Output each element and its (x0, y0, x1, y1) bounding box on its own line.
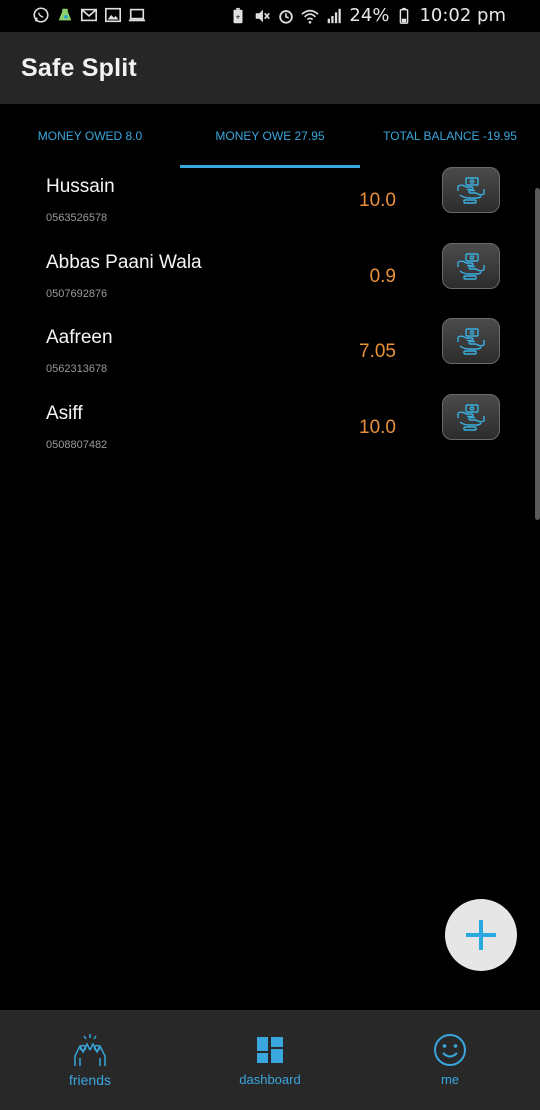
friend-list: Hussain 0563526578 10.0 Abbas Paani Wala… (0, 164, 540, 466)
screen-cast-icon (128, 8, 146, 22)
list-item[interactable]: Abbas Paani Wala 0507692876 0.9 (0, 240, 540, 316)
gmail-icon (80, 8, 98, 22)
nav-dashboard-label: dashboard (239, 1072, 301, 1087)
owed-amount: 10.0 (359, 190, 396, 211)
friend-phone: 0563526578 (46, 212, 108, 224)
tab-money-owed[interactable]: MONEY OWED 8.0 (0, 104, 180, 168)
battery-saver-icon: + (233, 7, 243, 23)
handshake-money-icon (457, 328, 485, 355)
alarm-icon (279, 9, 294, 24)
handshake-money-icon (457, 177, 485, 204)
mute-icon (256, 9, 271, 22)
friend-phone: 0507692876 (46, 287, 108, 300)
dashboard-icon (257, 1037, 283, 1063)
settle-button[interactable] (442, 167, 500, 213)
app-notification-icon (58, 8, 72, 21)
friend-name: Aafreen (46, 327, 113, 348)
tab-money-owe[interactable]: MONEY OWE 27.95 (180, 104, 360, 168)
battery-icon (400, 7, 409, 24)
clock: 10:02 pm (419, 5, 506, 26)
friend-name: Hussain (46, 176, 115, 197)
friend-phone: 0562313678 (46, 363, 108, 375)
tab-bar: MONEY OWED 8.0 MONEY OWE 27.95 TOTAL BAL… (0, 104, 540, 168)
tab-total-balance[interactable]: TOTAL BALANCE -19.95 (360, 104, 540, 168)
app-bar: Safe Split (0, 32, 540, 104)
friend-name: Asiff (46, 402, 83, 424)
nav-friends-label: friends (68, 1072, 112, 1088)
signal-icon (328, 8, 342, 23)
status-bar: + 24% 10:02 pm (0, 0, 540, 32)
wifi-icon (301, 9, 320, 24)
nav-friends[interactable]: friends (0, 1010, 180, 1110)
nav-me-label: me (440, 1072, 460, 1087)
smiley-icon (434, 1034, 466, 1066)
friend-name: Abbas Paani Wala (46, 251, 202, 273)
handshake-money-icon (457, 252, 485, 280)
owed-amount: 7.05 (359, 341, 396, 362)
list-item[interactable]: Hussain 0563526578 10.0 (0, 164, 540, 240)
plus-icon (466, 920, 496, 950)
list-item[interactable]: Aafreen 0562313678 7.05 (0, 315, 540, 391)
friends-icon (74, 1034, 106, 1066)
notification-icons (32, 6, 146, 24)
bottom-navigation: friends dashboard me (0, 1010, 540, 1110)
owed-amount: 0.9 (369, 265, 396, 287)
list-item[interactable]: Asiff 0508807482 10.0 (0, 391, 540, 467)
battery-percentage: 24% (349, 5, 390, 26)
nav-me[interactable]: me (360, 1010, 540, 1110)
friend-phone: 0508807482 (46, 438, 108, 451)
settle-button[interactable] (442, 318, 500, 364)
handshake-money-icon (457, 403, 485, 431)
settle-button[interactable] (442, 393, 500, 440)
scrollbar[interactable] (535, 188, 540, 520)
nav-dashboard[interactable]: dashboard (180, 1010, 360, 1110)
owed-amount: 10.0 (359, 416, 396, 438)
svg-text:+: + (236, 12, 241, 21)
whatsapp-icon (33, 7, 49, 23)
gallery-icon (104, 7, 122, 23)
system-status-icons: + 24% 10:02 pm (229, 5, 506, 26)
app-title: Safe Split (21, 54, 137, 82)
settle-button[interactable] (442, 242, 500, 289)
add-button[interactable] (445, 899, 517, 971)
